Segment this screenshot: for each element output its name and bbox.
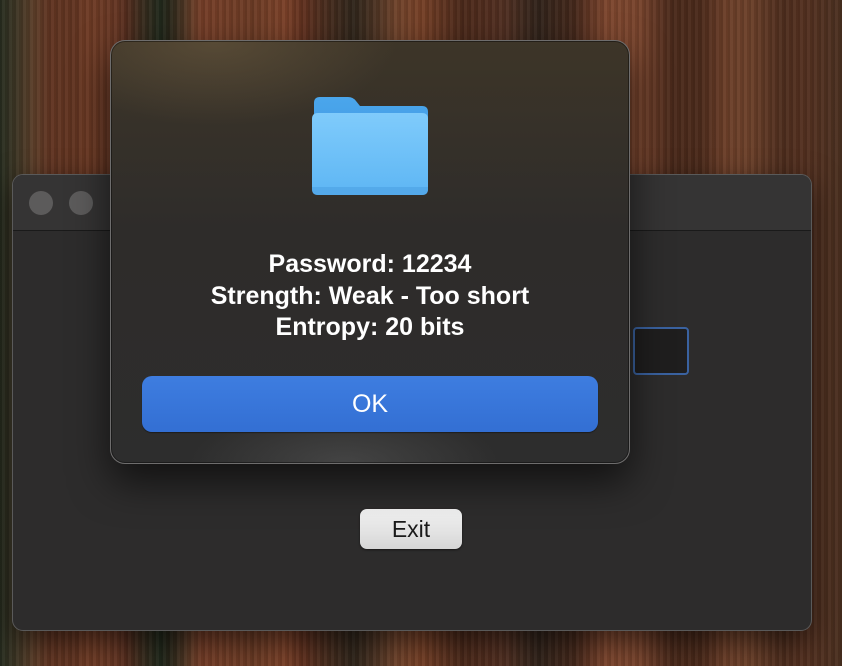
- alert-dialog: Password: 12234 Strength: Weak - Too sho…: [110, 40, 630, 464]
- folder-icon: [312, 97, 428, 195]
- alert-message: Password: 12234 Strength: Weak - Too sho…: [111, 249, 629, 344]
- minimize-window-button[interactable]: [69, 191, 93, 215]
- ok-button[interactable]: OK: [142, 376, 598, 432]
- strength-line: Strength: Weak - Too short: [210, 281, 530, 310]
- entropy-line: Entropy: 20 bits: [275, 313, 465, 341]
- password-line: Password: 12234: [268, 250, 472, 278]
- password-input[interactable]: [633, 327, 689, 375]
- exit-button[interactable]: Exit: [360, 509, 462, 549]
- close-window-button[interactable]: [29, 191, 53, 215]
